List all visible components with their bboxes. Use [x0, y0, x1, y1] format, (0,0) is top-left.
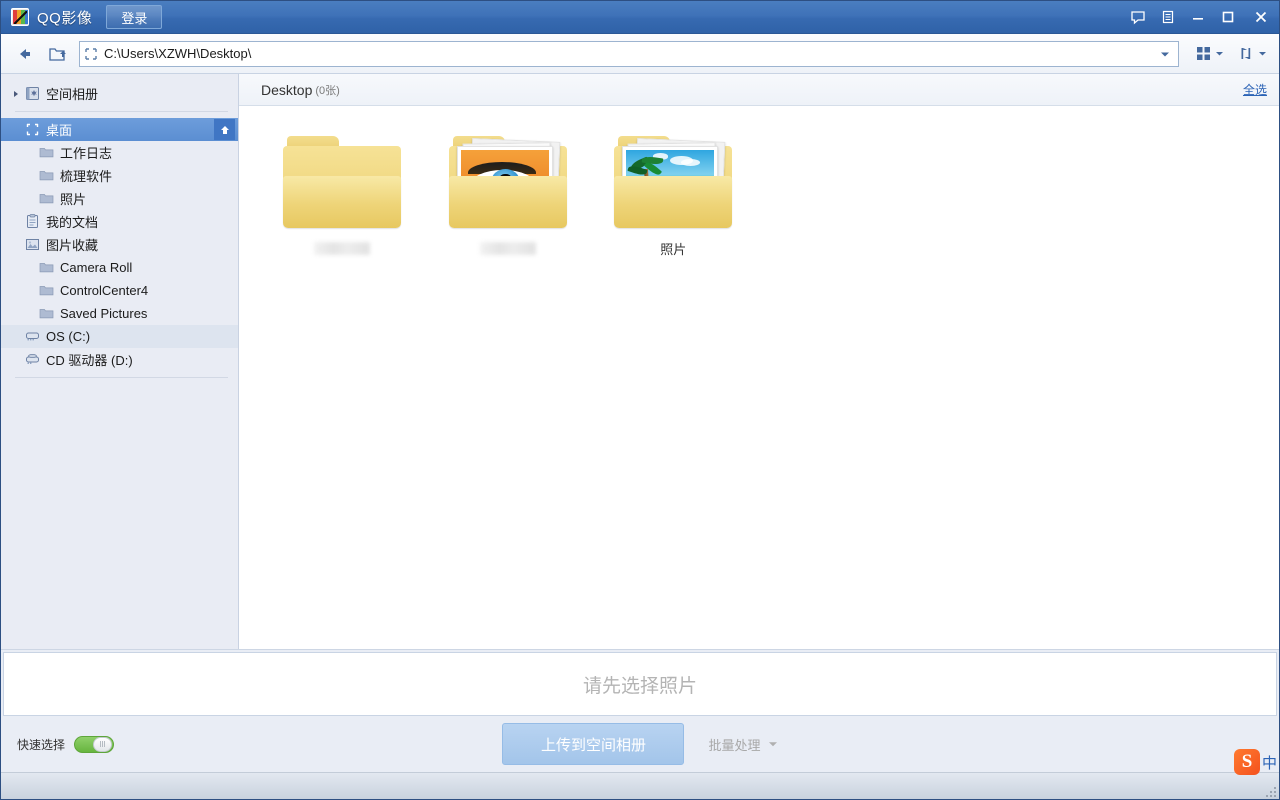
sidebar-item-picture-collection[interactable]: 图片收藏 [1, 233, 238, 256]
address-bar[interactable]: C:\Users\XZWH\Desktop\ [79, 40, 1179, 67]
documents-icon [23, 214, 41, 229]
sidebar-item-label: 空间相册 [46, 87, 99, 102]
folder-grid[interactable]: 照片 [239, 106, 1279, 649]
redacted-label [314, 242, 370, 255]
maximize-icon[interactable] [1213, 2, 1243, 32]
photo-count: (0张) [315, 84, 340, 97]
folder-icon [37, 284, 55, 297]
folder-tile[interactable]: 照片 [592, 128, 754, 258]
sidebar: 空间相册 桌面 工作日志 梳理软件 照片 我的文档 图片收藏 Camera Ro… [1, 74, 239, 649]
sidebar-item-label: Saved Pictures [60, 306, 148, 321]
address-input[interactable]: C:\Users\XZWH\Desktop\ [102, 46, 1152, 61]
redacted-label [479, 242, 536, 255]
chevron-down-icon [768, 737, 778, 752]
sidebar-divider [15, 111, 228, 112]
sidebar-item-label: OS (C:) [46, 329, 91, 344]
photo-dropzone[interactable]: 请先选择照片 [3, 652, 1277, 716]
back-arrow-icon[interactable] [9, 39, 41, 69]
desktop-icon [23, 122, 41, 137]
grid-view-icon[interactable] [1191, 40, 1228, 68]
app-title: QQ影像 [37, 9, 93, 27]
feedback-icon[interactable] [1123, 2, 1153, 32]
sidebar-item-photos[interactable]: 照片 [1, 187, 238, 210]
batch-process-label: 批量处理 [708, 737, 761, 753]
title-bar: QQ影像 登录 [1, 1, 1279, 34]
select-all-link[interactable]: 全选 [1243, 81, 1267, 98]
sidebar-item-cd-drive-d[interactable]: CD 驱动器 (D:) [1, 348, 238, 371]
login-button[interactable]: 登录 [106, 5, 163, 29]
action-bar: 快速选择 上传到空间相册 批量处理 [1, 716, 1279, 772]
content-header: Desktop (0张) 全选 [239, 74, 1279, 106]
up-folder-icon[interactable] [41, 39, 73, 69]
folder-tile[interactable] [427, 128, 589, 258]
sidebar-item-label: 我的文档 [46, 215, 99, 230]
batch-process-menu[interactable]: 批量处理 [708, 735, 777, 754]
sidebar-item-kongjian-album[interactable]: 空间相册 [1, 82, 238, 105]
minimize-icon[interactable] [1183, 2, 1213, 32]
menu-icon[interactable] [1153, 2, 1183, 32]
folder-tile-label [261, 242, 423, 258]
sidebar-item-label: CD 驱动器 (D:) [46, 353, 133, 368]
qq-photo-logo-icon [11, 8, 29, 26]
folder-icon [37, 146, 55, 159]
sidebar-item-software[interactable]: 梳理软件 [1, 164, 238, 187]
folder-tile[interactable] [261, 128, 423, 258]
close-icon[interactable] [1243, 2, 1279, 32]
primary-actions: 上传到空间相册 批量处理 [1, 723, 1279, 765]
sidebar-item-desktop[interactable]: 桌面 [1, 118, 238, 141]
sogou-ime-indicator[interactable]: S 中 [1233, 749, 1277, 775]
folder-tile-label [427, 242, 589, 258]
sidebar-item-work-log[interactable]: 工作日志 [1, 141, 238, 164]
bottom-panel: 请先选择照片 快速选择 上传到空间相册 批量处理 [1, 649, 1279, 772]
upload-to-album-button[interactable]: 上传到空间相册 [502, 723, 685, 765]
ime-mode-label[interactable]: 中 [1262, 752, 1277, 773]
folder-icon [37, 261, 55, 274]
sidebar-item-controlcenter4[interactable]: ControlCenter4 [1, 279, 238, 302]
sidebar-item-my-documents[interactable]: 我的文档 [1, 210, 238, 233]
sidebar-item-label: 梳理软件 [60, 169, 113, 184]
window-controls [1123, 1, 1279, 33]
dropzone-placeholder: 请先选择照片 [582, 675, 697, 697]
folder-title: Desktop [261, 81, 313, 98]
sidebar-item-label: 桌面 [46, 123, 73, 138]
sidebar-item-label: 照片 [60, 192, 87, 207]
up-arrow-icon[interactable] [214, 119, 235, 140]
drive-icon [23, 330, 41, 343]
beach-photo-folder-icon [592, 128, 754, 228]
resize-grip[interactable] [1264, 785, 1276, 797]
chevron-right-icon[interactable] [9, 90, 23, 98]
status-bar [1, 772, 1279, 799]
content-panel: Desktop (0张) 全选 照片 [239, 74, 1279, 649]
folder-icon [37, 192, 55, 205]
pictures-icon [23, 237, 41, 252]
sidebar-item-saved-pictures[interactable]: Saved Pictures [1, 302, 238, 325]
album-star-icon [23, 86, 41, 101]
chevron-down-icon[interactable] [1152, 42, 1178, 66]
sogou-logo-icon[interactable]: S [1233, 749, 1260, 775]
main-body: 空间相册 桌面 工作日志 梳理软件 照片 我的文档 图片收藏 Camera Ro… [1, 74, 1279, 649]
sort-icon[interactable] [1234, 40, 1271, 68]
sidebar-item-label: 图片收藏 [46, 238, 99, 253]
sidebar-item-os-c-drive[interactable]: OS (C:) [1, 325, 238, 348]
sidebar-divider-bottom [15, 377, 228, 378]
folder-icon [37, 169, 55, 182]
sidebar-item-label: ControlCenter4 [60, 283, 149, 298]
qq-photo-window: QQ影像 登录 C:\Users\XZWH\Desktop\ 空间相册 桌面 工… [0, 0, 1280, 800]
folder-tile-label: 照片 [660, 242, 687, 257]
sidebar-item-label: Camera Roll [60, 260, 133, 275]
folder-icon [37, 307, 55, 320]
folder-target-icon [80, 47, 102, 61]
eye-photo-folder-icon [427, 128, 589, 228]
sidebar-item-label: 工作日志 [60, 146, 113, 161]
plain-folder-icon [261, 128, 423, 228]
cd-drive-icon [23, 353, 41, 366]
sidebar-item-camera-roll[interactable]: Camera Roll [1, 256, 238, 279]
navigation-toolbar: C:\Users\XZWH\Desktop\ [1, 34, 1279, 74]
